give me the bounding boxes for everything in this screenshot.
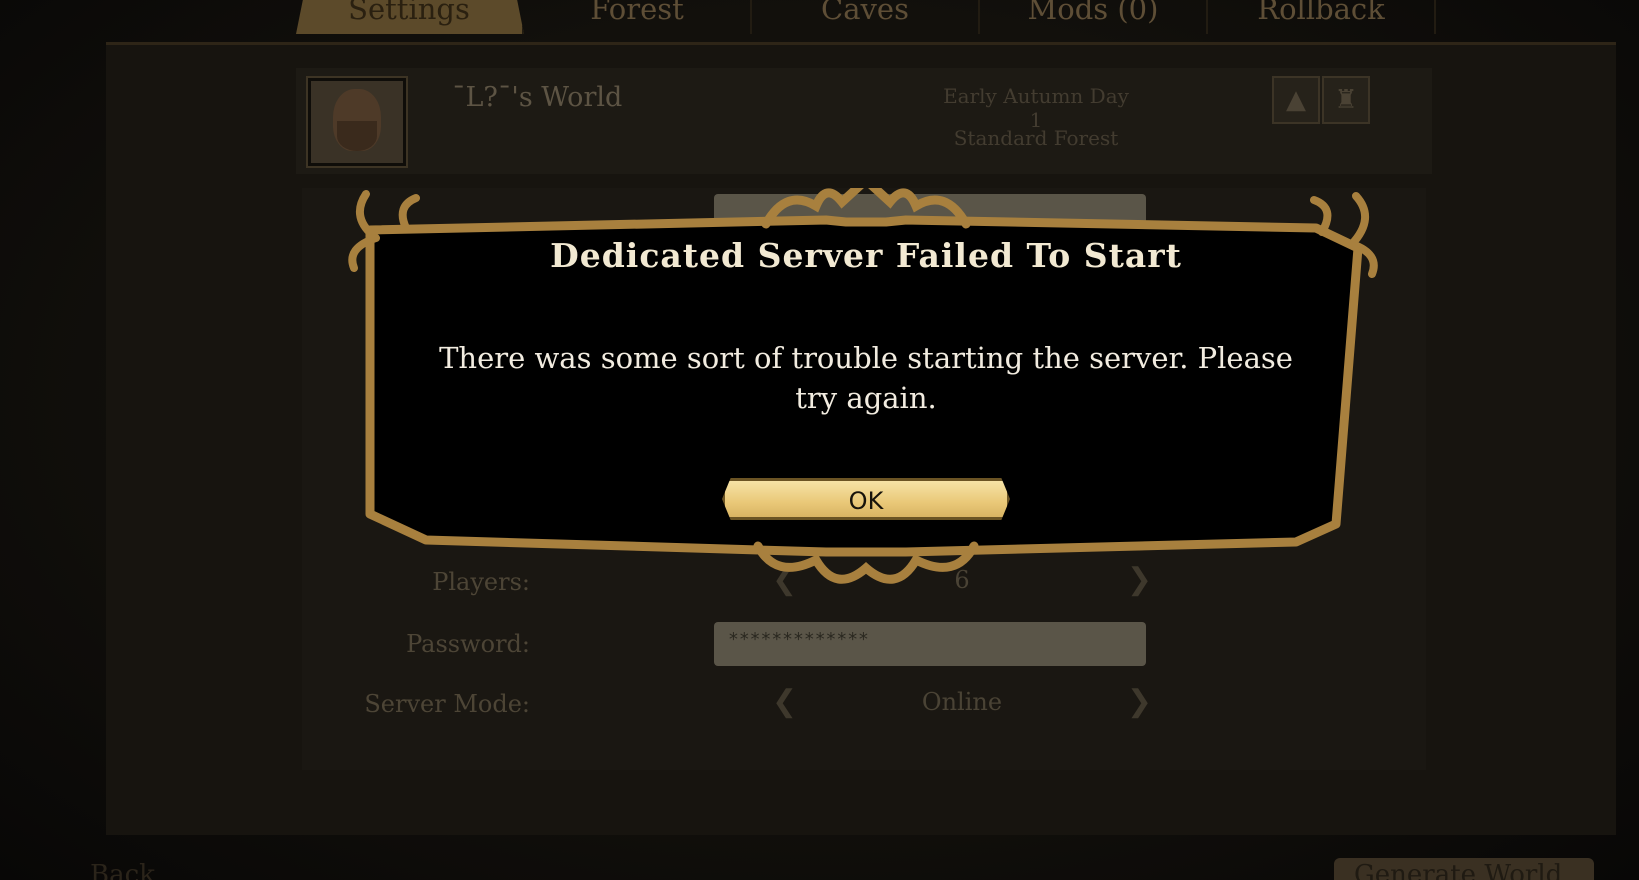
forest-shard-icon: ▲ — [1272, 76, 1320, 124]
screen: Settings Forest Caves Mods (0) Rollback … — [0, 0, 1639, 880]
password-label: Password: — [406, 630, 530, 658]
world-preset: Standard Forest — [953, 126, 1119, 150]
tab-mods[interactable]: Mods (0) — [980, 0, 1208, 34]
error-dialog: Dedicated Server Failed To Start There w… — [346, 188, 1386, 588]
tab-caves[interactable]: Caves — [752, 0, 980, 34]
caves-shard-icon: ♜ — [1322, 76, 1370, 124]
tab-forest[interactable]: Forest — [524, 0, 752, 34]
server-mode-prev-arrow-icon[interactable]: ❮ — [772, 684, 797, 719]
tab-bar: Settings Forest Caves Mods (0) Rollback — [296, 0, 1436, 34]
ok-button[interactable]: OK — [722, 478, 1010, 520]
dialog-message: There was some sort of trouble starting … — [439, 341, 1293, 415]
generate-world-button[interactable]: Generate World — [1334, 858, 1594, 880]
server-mode-label: Server Mode: — [364, 690, 530, 718]
server-mode-next-arrow-icon[interactable]: ❯ — [1127, 684, 1152, 719]
password-field[interactable]: ************* — [714, 622, 1146, 666]
server-mode-spinner: ❮ Online ❯ — [772, 682, 1152, 726]
character-avatar — [308, 78, 406, 166]
dialog-title: Dedicated Server Failed To Start — [550, 236, 1182, 275]
world-card: ¯L?¯'s World Early Autumn Day 1 Standard… — [296, 68, 1432, 174]
server-mode-value: Online — [921, 688, 1003, 716]
tab-settings[interactable]: Settings — [296, 0, 524, 34]
world-name: ¯L?¯'s World — [452, 82, 623, 113]
world-season: Early Autumn Day 1 — [943, 84, 1129, 132]
avatar-beard — [337, 121, 377, 151]
back-button[interactable]: Back — [70, 858, 175, 880]
tab-rollback[interactable]: Rollback — [1208, 0, 1436, 34]
